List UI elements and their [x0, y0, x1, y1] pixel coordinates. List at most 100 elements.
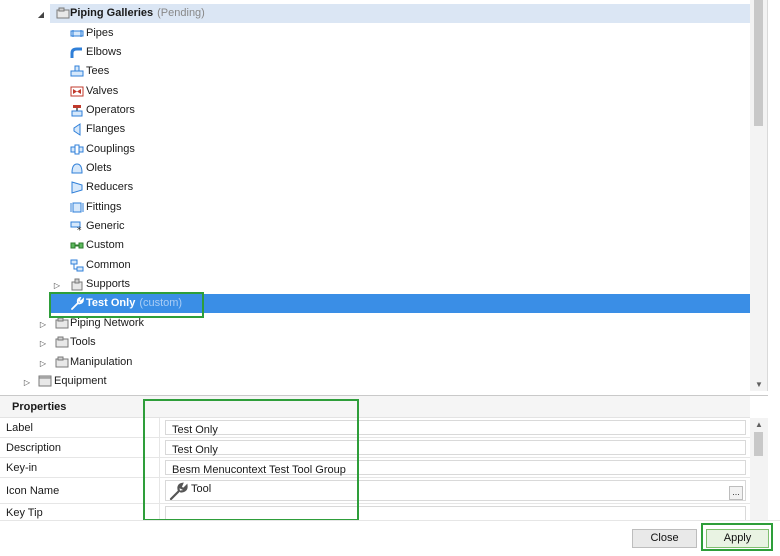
icon-name-field[interactable]: Tool ... — [165, 480, 746, 501]
svg-text:*: * — [77, 226, 82, 233]
common-icon — [70, 259, 84, 272]
olet-icon — [70, 162, 84, 175]
tree-item-pipes[interactable]: Pipes — [70, 24, 370, 43]
tree-item-label: Tees — [86, 65, 110, 77]
tree-item-label: Flanges — [86, 123, 126, 135]
field-value: Tool — [191, 483, 212, 495]
generic-icon: * — [70, 220, 84, 233]
tree-item-label: Olets — [86, 162, 112, 174]
browse-button[interactable]: ... — [729, 486, 743, 500]
property-name: Key Tip — [6, 507, 43, 519]
tree-item-elbows[interactable]: Elbows — [70, 43, 370, 62]
field-value: Test Only — [172, 424, 218, 436]
collapse-arrow-icon[interactable]: ◢ — [36, 9, 46, 19]
dialog-footer: Close Apply — [0, 520, 780, 556]
tree-item-label: Equipment — [54, 375, 107, 387]
tree-item-operators[interactable]: Operators — [70, 101, 370, 120]
property-row-icon-name: Icon Name Tool ... — [0, 478, 750, 504]
property-name: Description — [6, 442, 62, 454]
expand-arrow-icon[interactable]: ▷ — [38, 319, 48, 329]
custom-icon — [70, 239, 84, 252]
folder-icon — [55, 317, 69, 330]
tree-item-label: Piping Galleries (Pending) — [70, 7, 205, 19]
pipe-icon — [70, 27, 84, 40]
reducer-icon — [70, 181, 84, 194]
tree-item-generic[interactable]: * Generic — [70, 217, 370, 236]
gallery-icon — [56, 7, 70, 20]
properties-title: Properties — [12, 401, 67, 413]
tree-item-label: Common — [86, 259, 131, 271]
operator-icon — [70, 104, 84, 117]
tree-item-label: Elbows — [86, 46, 122, 58]
column-divider — [159, 458, 160, 477]
wrench-icon — [169, 482, 189, 503]
tree-item-label: Supports — [86, 278, 131, 290]
wrench-icon — [70, 297, 84, 310]
tree-item-label: Generic — [86, 220, 125, 232]
key-tip-field[interactable] — [165, 506, 746, 520]
support-icon — [70, 278, 84, 291]
property-row-key-tip: Key Tip — [0, 504, 750, 520]
coupling-icon — [70, 143, 84, 156]
field-value: Test Only — [172, 444, 218, 456]
scrollbar-thumb[interactable] — [754, 0, 763, 126]
tree-item-common[interactable]: Common — [70, 256, 370, 275]
property-name: Label — [6, 422, 33, 434]
tree-item-custom[interactable]: Custom — [70, 236, 370, 255]
folder-icon — [38, 375, 52, 388]
property-row-key-in: Key-in Besm Menucontext Test Tool Group — [0, 458, 750, 478]
tree-item-label: Test Only (custom) — [86, 297, 183, 309]
tree-item-manipulation[interactable]: ▷ Manipulation — [38, 353, 338, 372]
tree-item-label: Reducers — [86, 181, 134, 193]
description-field[interactable]: Test Only — [165, 440, 746, 456]
elbow-icon — [70, 46, 84, 59]
column-divider — [159, 418, 160, 437]
tree-item-fittings[interactable]: Fittings — [70, 198, 370, 217]
properties-panel: Properties Label Test Only Description T… — [0, 395, 768, 520]
tree-item-label: Couplings — [86, 143, 135, 155]
column-divider — [159, 504, 160, 520]
tree-item-label: Fittings — [86, 201, 122, 213]
flange-icon — [70, 123, 84, 136]
tree-item-label: Pipes — [86, 27, 114, 39]
tree-item-couplings[interactable]: Couplings — [70, 140, 370, 159]
tree-item-label: Manipulation — [70, 356, 133, 368]
tree-item-test-only[interactable]: Test Only (custom) — [50, 294, 750, 313]
properties-header: Properties — [0, 396, 750, 418]
field-value: Besm Menucontext Test Tool Group — [172, 464, 346, 476]
scroll-down-arrow-icon[interactable]: ▼ — [755, 380, 763, 389]
expand-arrow-icon[interactable]: ▷ — [52, 280, 62, 290]
property-row-label: Label Test Only — [0, 418, 750, 438]
property-name: Icon Name — [6, 485, 60, 497]
tree-item-tools[interactable]: ▷ Tools — [38, 333, 338, 352]
scrollbar-thumb[interactable] — [754, 432, 763, 456]
label-field[interactable]: Test Only — [165, 420, 746, 436]
tree-scrollbar[interactable]: ▼ — [750, 0, 767, 391]
close-button[interactable]: Close — [632, 529, 697, 548]
folder-icon — [55, 356, 69, 369]
tree-item-supports[interactable]: ▷ Supports — [54, 275, 354, 294]
tree-item-valves[interactable]: Valves — [70, 82, 370, 101]
column-divider — [159, 478, 160, 503]
valve-icon — [70, 85, 84, 98]
tree-item-reducers[interactable]: Reducers — [70, 178, 370, 197]
key-in-field[interactable]: Besm Menucontext Test Tool Group — [165, 460, 746, 476]
apply-button[interactable]: Apply — [706, 529, 769, 548]
tree-item-piping-network[interactable]: ▷ Piping Network — [38, 314, 338, 333]
property-name: Key-in — [6, 462, 38, 474]
tree-item-piping-galleries[interactable]: ◢ Piping Galleries (Pending) — [38, 4, 750, 23]
folder-icon — [55, 336, 69, 349]
fitting-icon — [70, 201, 84, 214]
tree-item-label: Valves — [86, 85, 119, 97]
tree-item-equipment[interactable]: ▷ Equipment — [22, 372, 322, 391]
tree-item-tees[interactable]: Tees — [70, 62, 370, 81]
tree-panel: ◢ Piping Galleries (Pending) Pipes Elbows… — [0, 0, 768, 391]
tree-item-flanges[interactable]: Flanges — [70, 120, 370, 139]
expand-arrow-icon[interactable]: ▷ — [38, 358, 48, 368]
scroll-up-arrow-icon[interactable]: ▲ — [755, 420, 763, 429]
tee-icon — [70, 65, 84, 78]
expand-arrow-icon[interactable]: ▷ — [22, 377, 32, 387]
tree-item-olets[interactable]: Olets — [70, 159, 370, 178]
properties-scrollbar[interactable]: ▲ — [750, 418, 768, 520]
expand-arrow-icon[interactable]: ▷ — [38, 338, 48, 348]
